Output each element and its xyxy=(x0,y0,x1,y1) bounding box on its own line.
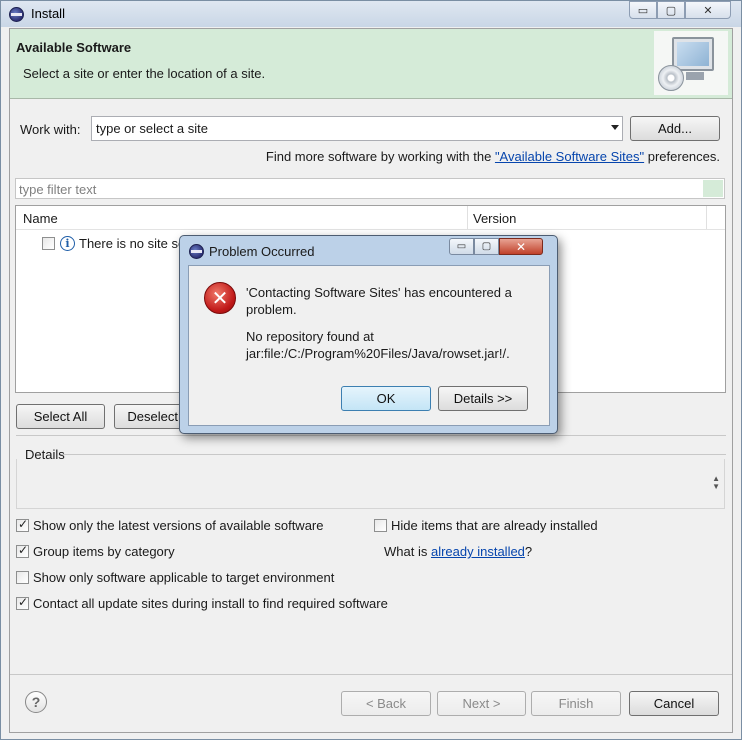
filter-input[interactable]: type filter text xyxy=(15,178,725,199)
error-icon: ✕ xyxy=(204,282,236,314)
help-icon[interactable]: ? xyxy=(25,691,47,713)
column-divider[interactable] xyxy=(706,206,707,229)
select-all-button[interactable]: Select All xyxy=(16,404,105,429)
what-is-prefix: What is xyxy=(384,544,428,559)
monitor-icon xyxy=(672,37,714,71)
details-button[interactable]: Details >> xyxy=(438,386,528,411)
footer-separator xyxy=(10,674,732,675)
details-group-border xyxy=(60,454,726,455)
dialog-message: 'Contacting Software Sites' has encounte… xyxy=(246,285,512,317)
banner-title: Available Software xyxy=(16,40,132,55)
chevron-down-icon[interactable] xyxy=(611,125,619,130)
dialog-detail: No repository found at jar:file:/C:/Prog… xyxy=(246,328,541,362)
latest-versions-label: Show only the latest versions of availab… xyxy=(33,518,324,533)
cd-icon xyxy=(658,65,684,91)
maximize-button[interactable]: ▢ xyxy=(657,1,685,19)
already-installed-link[interactable]: already installed xyxy=(431,544,525,559)
dialog-title: Problem Occurred xyxy=(209,244,315,259)
finish-button[interactable]: Finish xyxy=(531,691,621,716)
install-computer-icon xyxy=(654,31,728,95)
column-name[interactable]: Name xyxy=(23,211,58,226)
window-title: Install xyxy=(31,6,65,21)
ok-button[interactable]: OK xyxy=(341,386,431,411)
back-button[interactable]: < Back xyxy=(341,691,431,716)
work-with-label: Work with: xyxy=(20,122,81,137)
contact-sites-label: Contact all update sites during install … xyxy=(33,596,388,611)
work-with-value: type or select a site xyxy=(96,121,208,136)
info-icon: i xyxy=(60,235,75,251)
hide-installed-checkbox[interactable] xyxy=(374,519,387,532)
problem-dialog: Problem Occurred ▭ ▢ ✕ ✕ 'Contacting Sof… xyxy=(179,235,558,434)
available-software-sites-link[interactable]: "Available Software Sites" xyxy=(495,149,644,164)
filter-placeholder: type filter text xyxy=(19,182,97,197)
find-more-text: Find more software by working with the "… xyxy=(266,149,720,164)
latest-versions-checkbox[interactable] xyxy=(16,517,29,532)
find-more-prefix: Find more software by working with the xyxy=(265,149,495,164)
option-contact-sites[interactable]: Contact all update sites during install … xyxy=(16,595,388,611)
banner-description: Select a site or enter the location of a… xyxy=(23,66,266,81)
dialog-maximize-button[interactable]: ▢ xyxy=(474,238,499,255)
column-version[interactable]: Version xyxy=(473,211,516,226)
what-is-suffix: ? xyxy=(524,544,533,559)
separator xyxy=(16,435,726,436)
dialog-close-button[interactable]: ✕ xyxy=(499,238,543,255)
window-title-bar[interactable]: Install ▭ ▢ ✕ xyxy=(1,1,741,27)
dialog-body: ✕ 'Contacting Software Sites' has encoun… xyxy=(188,265,550,426)
details-text-area[interactable]: ▲ ▼ xyxy=(16,459,725,509)
scroll-arrows-icon[interactable]: ▲ ▼ xyxy=(712,475,720,491)
eclipse-app-icon xyxy=(9,7,24,22)
option-group-by-category[interactable]: Group items by category xyxy=(16,543,175,559)
what-is-installed-text: What is already installed? xyxy=(384,544,532,559)
option-hide-installed[interactable]: Hide items that are already installed xyxy=(374,518,598,533)
dialog-detail-line: jar:file:/C:/Program%20Files/Java/rowset… xyxy=(246,346,510,361)
target-environment-label: Show only software applicable to target … xyxy=(33,570,335,585)
hide-installed-label: Hide items that are already installed xyxy=(391,518,598,533)
wizard-banner: Available Software Select a site or ente… xyxy=(10,29,732,99)
tree-row-checkbox[interactable] xyxy=(42,236,55,250)
minimize-button[interactable]: ▭ xyxy=(629,1,657,19)
monitor-stand xyxy=(686,72,704,80)
tree-row-label: There is no site se xyxy=(79,235,186,251)
contact-sites-checkbox[interactable] xyxy=(16,595,29,610)
tree-row[interactable]: i There is no site se xyxy=(42,234,185,252)
cancel-button[interactable]: Cancel xyxy=(629,691,719,716)
find-more-suffix: preferences. xyxy=(644,149,720,164)
close-button[interactable]: ✕ xyxy=(685,1,731,19)
option-latest-versions[interactable]: Show only the latest versions of availab… xyxy=(16,517,324,533)
add-site-button[interactable]: Add... xyxy=(630,116,720,141)
tree-header: Name Version xyxy=(16,206,725,230)
clear-filter-icon[interactable] xyxy=(703,180,723,197)
dialog-minimize-button[interactable]: ▭ xyxy=(449,238,474,255)
dialog-detail-line: No repository found at xyxy=(246,329,374,344)
work-with-combo[interactable]: type or select a site xyxy=(91,116,623,141)
target-environment-checkbox[interactable] xyxy=(16,571,29,584)
group-by-category-label: Group items by category xyxy=(33,544,175,559)
column-divider[interactable] xyxy=(467,206,468,229)
group-by-category-checkbox[interactable] xyxy=(16,543,29,558)
option-target-environment[interactable]: Show only software applicable to target … xyxy=(16,570,334,585)
eclipse-app-icon xyxy=(189,244,204,259)
next-button[interactable]: Next > xyxy=(437,691,526,716)
